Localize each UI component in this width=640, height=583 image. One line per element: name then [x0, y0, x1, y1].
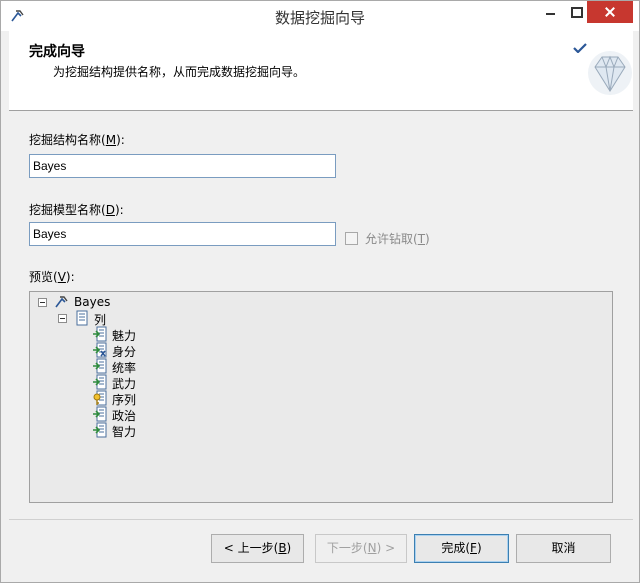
input-column-icon — [93, 358, 107, 374]
tree-node-column[interactable]: 序列 — [30, 390, 610, 407]
tree-node-label: 智力 — [112, 425, 137, 439]
tree-node-column[interactable]: 武力 — [30, 374, 610, 391]
input-column-icon — [93, 374, 107, 390]
tree-node-column[interactable]: 政治 — [30, 406, 610, 423]
tree-node-columns[interactable]: 列 — [30, 310, 610, 327]
back-button[interactable]: < 上一步(B) — [211, 534, 304, 563]
structure-name-input[interactable] — [29, 154, 336, 178]
tree-node-column[interactable]: 智力 — [30, 422, 610, 439]
input-column-icon — [93, 422, 107, 438]
page-subtitle: 为挖掘结构提供名称，从而完成数据挖掘向导。 — [53, 65, 306, 79]
wizard-body: 挖掘结构名称(M): 挖掘模型名称(D): 允许钻取(T) 预览(V): — [9, 111, 633, 519]
collapse-toggle-icon[interactable] — [58, 314, 67, 323]
collapse-toggle-icon[interactable] — [38, 298, 47, 307]
diamond-icon — [588, 51, 632, 95]
page-title: 完成向导 — [29, 44, 85, 60]
key-column-icon — [93, 390, 107, 406]
wizard-footer: < 上一步(B) 下一步(N) > 完成(F) 取消 — [9, 519, 633, 575]
preview-label: 预览(V): — [29, 270, 75, 284]
predict-column-icon — [93, 342, 107, 358]
tree-node-label: Bayes — [74, 295, 111, 309]
preview-tree[interactable]: Bayes 列 魅力 身分 统率 武力 序列 政治 智力 — [29, 291, 613, 503]
tree-node-column[interactable]: 身分 — [30, 342, 610, 359]
allow-drillthrough-label: 允许钻取(T) — [365, 232, 430, 246]
finish-button[interactable]: 完成(F) — [414, 534, 509, 563]
checkbox-box[interactable] — [345, 232, 358, 245]
mining-model-icon — [55, 296, 68, 308]
next-button[interactable]: 下一步(N) > — [315, 534, 407, 563]
input-column-icon — [93, 406, 107, 422]
tree-node-column[interactable]: 魅力 — [30, 326, 610, 343]
tree-node-root[interactable]: Bayes — [30, 294, 610, 310]
model-name-label: 挖掘模型名称(D): — [29, 203, 124, 217]
input-column-icon — [93, 326, 107, 342]
column-list-icon — [76, 310, 88, 326]
checkmark-icon — [573, 43, 587, 53]
tree-node-column[interactable]: 统率 — [30, 358, 610, 375]
wizard-header: 完成向导 为挖掘结构提供名称，从而完成数据挖掘向导。 — [9, 31, 633, 111]
title-bar: 数据挖掘向导 — [1, 1, 639, 31]
close-button[interactable] — [587, 1, 633, 23]
wizard-window: 数据挖掘向导 完成向导 为挖掘结构提供名称，从而完成数据挖掘向导。 挖掘结构名称… — [0, 0, 640, 583]
model-name-input[interactable] — [29, 222, 336, 246]
cancel-button[interactable]: 取消 — [516, 534, 611, 563]
structure-name-label: 挖掘结构名称(M): — [29, 133, 125, 147]
